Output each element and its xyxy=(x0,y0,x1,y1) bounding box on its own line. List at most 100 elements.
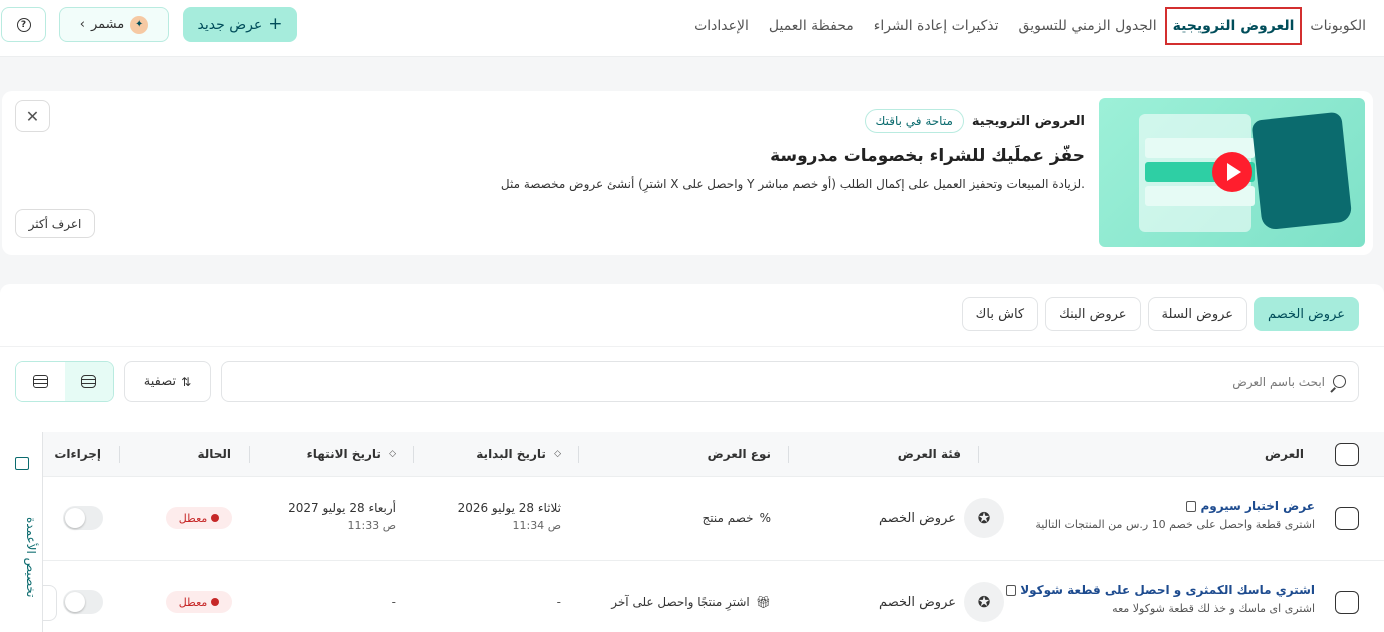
status-label: معطل xyxy=(178,595,208,609)
banner-title: حفّز عملَيك للشراء بخصومات مدروسة xyxy=(770,146,1085,166)
offer-name-link[interactable]: اشتري ماسك الكمثرى و احصل على قطعة شوكول… xyxy=(1020,583,1315,597)
tshirt-illustration xyxy=(1251,111,1353,231)
category-label: عروض الخصم xyxy=(879,510,956,526)
banner-video-thumbnail[interactable] xyxy=(1099,98,1365,247)
copy-icon[interactable] xyxy=(1186,500,1197,512)
store-logo-icon: ✦ xyxy=(130,15,149,34)
store-name: مشمر xyxy=(90,17,125,32)
actions-menu-button[interactable] xyxy=(43,585,57,621)
discount-badge-icon: ✪ xyxy=(964,582,1004,622)
filter-button[interactable]: تصفية ⇅ xyxy=(124,361,211,402)
table-row: اشتري ماسك الكمثرى و احصل على قطعة شوكول… xyxy=(43,561,1384,632)
status-dot-icon xyxy=(211,514,220,522)
category-cell: ✪ عروض الخصم xyxy=(879,498,1004,538)
divider xyxy=(0,346,1384,347)
table-row: عرض اختبار سيروم اشترى قطعة واحصل على خص… xyxy=(43,477,1384,561)
type-label: اشترِ منتجًا واحصل على آخر xyxy=(611,595,750,609)
search-input[interactable]: ابحث باسم العرض xyxy=(221,361,1359,402)
main-nav: الكوبونات العروض الترويجية الجدول الزمني… xyxy=(684,7,1376,45)
start-date: ثلاثاء 28 يوليو 2026 xyxy=(457,501,561,515)
start-date-cell: ثلاثاء 28 يوليو 2026 11:34 ص xyxy=(458,501,561,532)
banner-header: العروض الترويجية متاحة في باقتك xyxy=(864,109,1085,133)
column-type: نوع العرض xyxy=(707,447,771,461)
customize-columns-strip[interactable]: تخصيص الأعمدة xyxy=(0,432,43,632)
tab-bank-offers[interactable]: عروض البنك xyxy=(1045,297,1141,331)
category-cell: ✪ عروض الخصم xyxy=(879,582,1004,622)
nav-coupons[interactable]: الكوبونات xyxy=(1300,9,1376,43)
nav-promotions[interactable]: العروض الترويجية xyxy=(1164,7,1303,45)
chevron-left-icon: ‹ xyxy=(79,17,85,32)
play-icon[interactable] xyxy=(1212,152,1252,192)
end-time: 11:33 ص xyxy=(347,519,396,532)
offer-type-tabs: عروض الخصم عروض السلة عروض البنك كاش باك xyxy=(961,297,1359,331)
tab-cart-offers[interactable]: عروض السلة xyxy=(1147,297,1248,331)
new-offer-button[interactable]: عرض جديد + xyxy=(183,7,297,42)
column-offer: العرض xyxy=(1265,447,1304,461)
help-button[interactable]: ? xyxy=(1,7,46,42)
status-dot-icon xyxy=(211,598,220,606)
copy-icon[interactable] xyxy=(1006,584,1017,596)
sliders-icon: ⇅ xyxy=(181,374,192,389)
search-icon xyxy=(1333,375,1346,388)
percent-icon: % xyxy=(759,511,771,525)
plus-icon: + xyxy=(268,14,283,34)
offer-description: اشترى اى ماسك و خذ لك قطعة شوكولا معه xyxy=(1112,602,1315,615)
learn-more-button[interactable]: اعرف أكثر xyxy=(15,209,95,238)
row-checkbox[interactable] xyxy=(1335,591,1359,614)
nav-settings[interactable]: الإعدادات xyxy=(684,9,759,43)
table-header: العرض فئة العرض نوع العرض تاريخ البداية … xyxy=(43,432,1384,477)
column-end-date-label: تاريخ الانتهاء xyxy=(306,447,381,461)
filter-label: تصفية xyxy=(143,374,177,389)
store-switcher[interactable]: ‹ مشمر ✦ xyxy=(59,7,169,42)
search-placeholder: ابحث باسم العرض xyxy=(1232,374,1325,389)
help-icon: ? xyxy=(16,17,31,32)
new-offer-label: عرض جديد xyxy=(197,16,263,33)
end-date-cell: أربعاء 28 يوليو 2027 11:33 ص xyxy=(288,501,396,532)
select-all-checkbox[interactable] xyxy=(1335,443,1359,466)
end-date: أربعاء 28 يوليو 2027 xyxy=(288,501,396,515)
row-checkbox[interactable] xyxy=(1335,507,1359,530)
sort-icon: ◇ xyxy=(389,449,396,459)
offer-description: اشترى قطعة واحصل على خصم 10 ر.س من المنت… xyxy=(1035,518,1315,531)
column-status: الحالة xyxy=(197,447,231,461)
category-label: عروض الخصم xyxy=(879,594,956,610)
start-time: 11:34 ص xyxy=(512,519,561,532)
discount-badge-icon: ✪ xyxy=(964,498,1004,538)
gift-icon: 🎁︎ xyxy=(755,595,771,609)
status-badge: معطل xyxy=(166,591,232,613)
nav-customer-wallet[interactable]: محفظة العميل xyxy=(759,9,864,43)
offer-cell: عرض اختبار سيروم اشترى قطعة واحصل على خص… xyxy=(1035,499,1315,531)
nav-marketing-calendar[interactable]: الجدول الزمني للتسويق xyxy=(1009,9,1167,43)
promo-banner: العروض الترويجية متاحة في باقتك حفّز عمل… xyxy=(2,91,1373,255)
start-date-cell: - xyxy=(556,595,561,609)
banner-label: العروض الترويجية xyxy=(971,113,1085,129)
customize-columns-label: تخصيص الأعمدة xyxy=(24,516,38,598)
column-start-date-label: تاريخ البداية xyxy=(476,447,546,461)
nav-repurchase-reminders[interactable]: تذكيرات إعادة الشراء xyxy=(864,9,1009,43)
tab-discount-offers[interactable]: عروض الخصم xyxy=(1254,297,1359,331)
calendar-view-button[interactable] xyxy=(16,362,65,401)
offer-name-link[interactable]: عرض اختبار سيروم xyxy=(1200,499,1315,513)
status-badge: معطل xyxy=(166,507,232,529)
plan-badge: متاحة في باقتك xyxy=(864,109,964,133)
column-actions: إجراءات xyxy=(54,447,101,461)
table-view-button[interactable] xyxy=(64,362,113,401)
type-cell: % خصم منتج xyxy=(703,511,771,525)
close-banner-button[interactable]: ✕ xyxy=(15,100,50,132)
status-label: معطل xyxy=(178,511,208,525)
offer-active-toggle[interactable] xyxy=(63,506,103,530)
column-category: فئة العرض xyxy=(897,447,961,461)
calendar-icon xyxy=(32,375,48,388)
tab-cashback[interactable]: كاش باك xyxy=(961,297,1039,331)
column-end-date[interactable]: تاريخ الانتهاء ◇ xyxy=(307,432,396,477)
offers-panel: عروض الخصم عروض السلة عروض البنك كاش باك… xyxy=(0,284,1384,632)
type-cell: 🎁︎ اشترِ منتجًا واحصل على آخر xyxy=(611,595,771,609)
offer-active-toggle[interactable] xyxy=(63,590,103,614)
columns-icon xyxy=(15,457,29,470)
banner-description: أنشئ عروض مخصصة مثل (اشترِ X واحصل على Y… xyxy=(500,177,1085,191)
type-label: خصم منتج xyxy=(702,511,754,525)
sort-icon: ◇ xyxy=(554,449,561,459)
offer-cell: اشتري ماسك الكمثرى و احصل على قطعة شوكول… xyxy=(1006,583,1315,615)
top-bar: الكوبونات العروض الترويجية الجدول الزمني… xyxy=(0,0,1384,57)
column-start-date[interactable]: تاريخ البداية ◇ xyxy=(476,432,561,477)
